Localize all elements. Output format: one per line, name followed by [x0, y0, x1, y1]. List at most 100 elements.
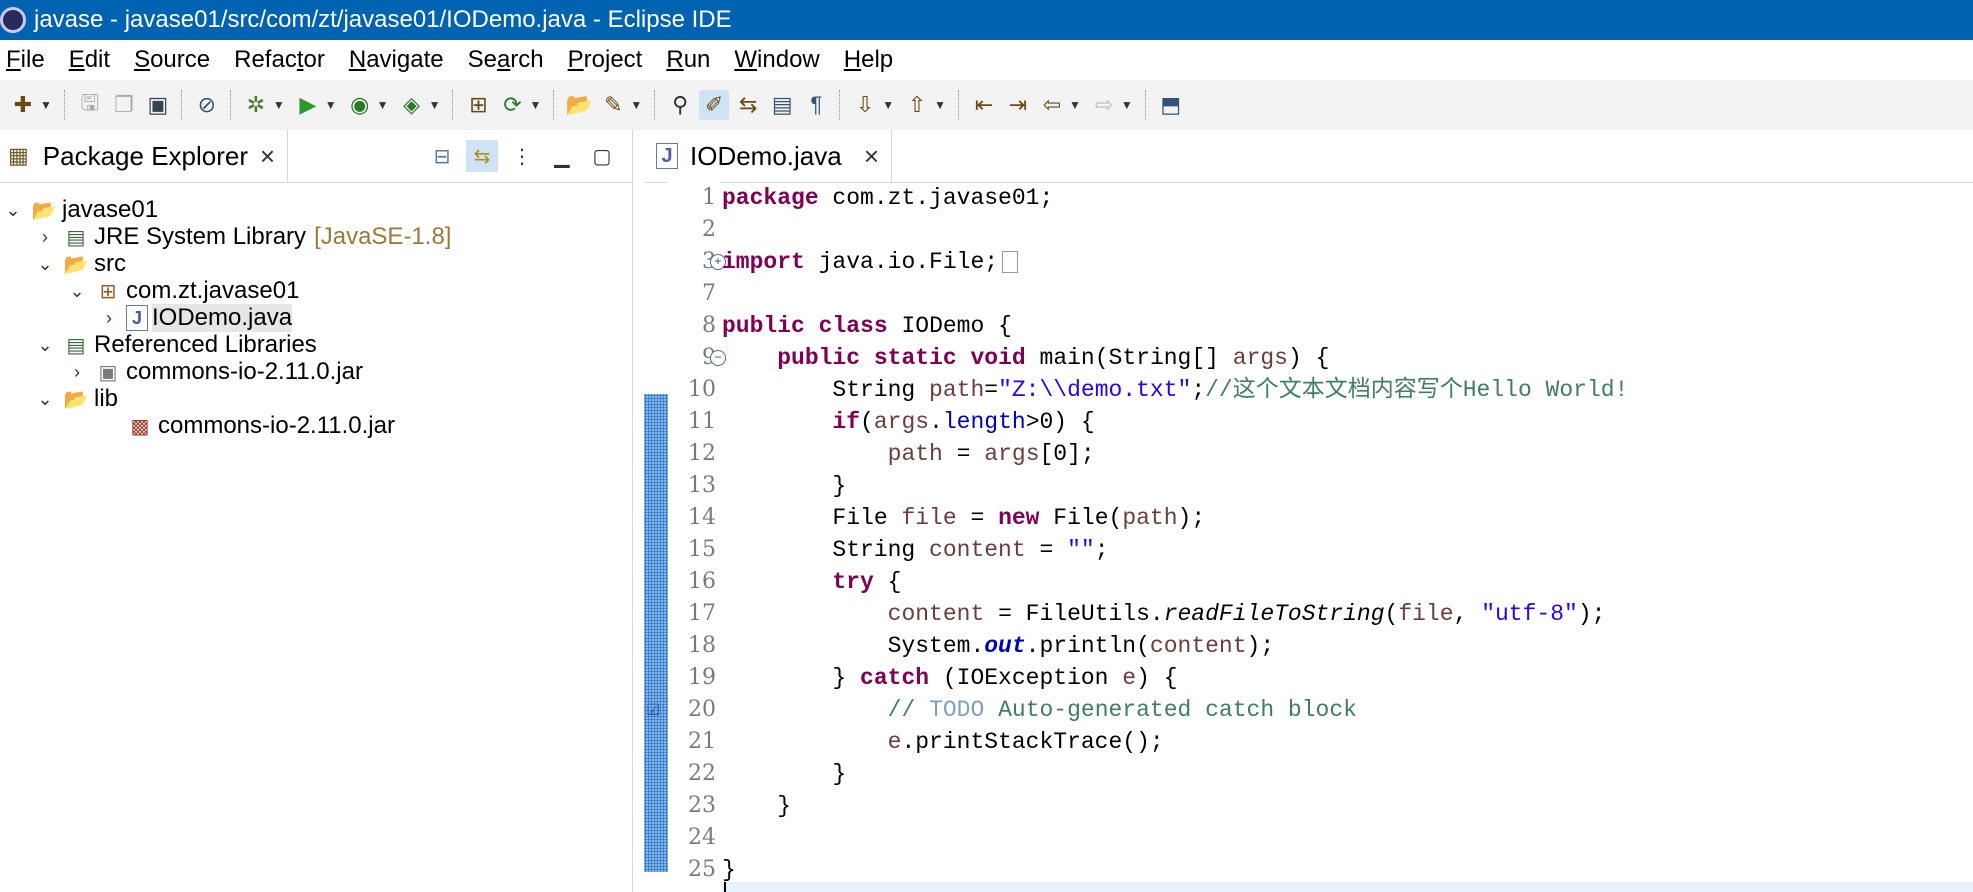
code-token: class — [818, 313, 888, 339]
toolbar-separator — [839, 90, 842, 120]
previous-annotation-dropdown-icon[interactable]: ▼ — [934, 98, 946, 112]
code-token: java.io.File; — [804, 249, 999, 275]
code-token: } — [722, 857, 736, 883]
menu-run[interactable]: Run — [660, 46, 722, 74]
toolbar-separator — [180, 90, 184, 120]
task-marker-icon[interactable]: ☑ — [646, 700, 666, 720]
code-line: } — [722, 790, 791, 822]
line-number: 12 — [688, 441, 716, 466]
debug-dropdown-icon[interactable]: ▼ — [273, 98, 285, 112]
back-icon[interactable]: ⇦ — [1037, 90, 1067, 120]
tab-package-explorer[interactable]: ▦ Package Explorer × — [0, 130, 288, 182]
run-dropdown-icon[interactable]: ▼ — [325, 98, 337, 112]
save-icon[interactable]: 🖫 — [75, 90, 105, 120]
tree-item-label: commons-io-2.11.0.jar — [158, 412, 395, 439]
link-with-editor-icon[interactable]: ⇆ — [466, 140, 498, 172]
menu-refactor[interactable]: Refactor — [228, 46, 337, 74]
close-icon[interactable]: × — [260, 141, 275, 172]
code-token: = — [942, 441, 985, 467]
menu-file[interactable]: File — [0, 46, 57, 74]
code-line: } — [722, 758, 846, 790]
task-dropdown-icon[interactable]: ▼ — [630, 98, 642, 112]
line-number: 11 — [688, 409, 716, 434]
new-java-package-icon[interactable]: ⊞ — [463, 90, 493, 120]
menu-edit[interactable]: Edit — [63, 46, 122, 74]
chevron-right-icon[interactable]: › — [98, 308, 120, 329]
run-icon[interactable]: ▶ — [293, 90, 323, 120]
next-edit-location-icon[interactable]: ⇥ — [1003, 90, 1033, 120]
forward-icon[interactable]: ⇨ — [1089, 90, 1119, 120]
menu-navigate[interactable]: Navigate — [343, 46, 456, 74]
skip-breakpoints-icon[interactable]: ⊘ — [192, 90, 222, 120]
toggle-breadcrumb-icon[interactable]: ▤ — [767, 90, 797, 120]
code-token: "utf-8" — [1481, 601, 1578, 627]
new-java-class-icon[interactable]: ⟳ — [497, 90, 527, 120]
line-number: 8 — [702, 313, 716, 338]
external-tools-icon[interactable]: ◈ — [397, 90, 427, 120]
folded-region-marker[interactable] — [1002, 250, 1019, 273]
code-token: } — [722, 473, 847, 499]
code-token: IODemo { — [887, 313, 1012, 339]
code-token: public — [777, 345, 861, 371]
coverage-dropdown-icon[interactable]: ▼ — [377, 98, 389, 112]
collapse-all-icon[interactable]: ⊟ — [426, 140, 458, 172]
code-token: file — [901, 505, 957, 531]
menu-search[interactable]: Search — [462, 46, 556, 74]
last-edit-location-icon[interactable]: ⇤ — [969, 90, 999, 120]
open-type-icon[interactable]: 📂 — [564, 90, 594, 120]
maximize-icon[interactable]: ▢ — [586, 140, 618, 172]
code-token: path — [1122, 505, 1178, 531]
next-annotation-dropdown-icon[interactable]: ▼ — [882, 98, 894, 112]
line-number: 10 — [688, 377, 716, 402]
code-token: args — [1232, 345, 1288, 371]
search-icon[interactable]: ⚲ — [665, 90, 695, 120]
tab-label: IODemo.java — [690, 140, 842, 171]
menu-project[interactable]: Project — [562, 46, 655, 74]
line-number: 18 — [688, 633, 716, 658]
code-token: ) { — [1287, 345, 1330, 371]
tree-item[interactable]: ▩ commons-io-2.11.0.jar — [98, 409, 395, 443]
open-terminal-icon[interactable]: ▣ — [143, 90, 173, 120]
save-all-icon[interactable]: ❐ — [109, 90, 139, 120]
line-number: 14 — [688, 505, 716, 530]
close-icon[interactable]: × — [864, 141, 879, 172]
toolbar-separator — [958, 90, 961, 120]
code-token: .printStackTrace(); — [901, 729, 1164, 755]
menu-source[interactable]: Source — [128, 46, 222, 74]
next-annotation-icon[interactable]: ⇩ — [850, 90, 880, 120]
code-editor[interactable]: 1 2 3 +7 8 9−10 11 12 13 14 15 16 17 18 19 20 ☑ 21 22 23 24 2… — [644, 182, 1973, 892]
new-dropdown-icon[interactable]: ▼ — [40, 98, 52, 112]
chevron-down-icon[interactable]: ⌄ — [66, 281, 88, 302]
open-task-icon[interactable]: ✎ — [598, 90, 628, 120]
code-token: "Z:\\demo.txt" — [998, 377, 1192, 403]
view-menu-icon[interactable]: ⋮ — [506, 140, 538, 172]
tab-iodemo-java[interactable]: J IODemo.java × — [644, 130, 892, 182]
chevron-right-icon[interactable]: › — [66, 362, 88, 383]
chevron-down-icon[interactable]: ⌄ — [34, 335, 56, 356]
toggle-block-selection-icon[interactable]: ⇆ — [733, 90, 763, 120]
menu-bar: File Edit Source Refactor Navigate Search Proj… — [0, 40, 1973, 80]
mark-occurrences-icon[interactable]: ✐ — [699, 90, 730, 120]
new-icon[interactable]: ✚ — [8, 90, 38, 120]
show-whitespace-icon[interactable]: ¶ — [801, 90, 831, 120]
forward-dropdown-icon[interactable]: ▼ — [1121, 98, 1133, 112]
menu-window[interactable]: Window — [728, 46, 831, 74]
coverage-icon[interactable]: ◉ — [345, 90, 375, 120]
code-token: } — [722, 665, 861, 691]
code-token: TODO — [929, 697, 985, 723]
menu-help[interactable]: Help — [838, 46, 905, 74]
external-tools-dropdown-icon[interactable]: ▼ — [429, 98, 441, 112]
chevron-down-icon[interactable]: ⌄ — [34, 389, 56, 410]
chevron-right-icon[interactable]: › — [34, 227, 56, 248]
pin-editor-icon[interactable]: ⬒ — [1156, 90, 1186, 120]
debug-icon[interactable]: ✲ — [241, 90, 271, 120]
chevron-down-icon[interactable]: ⌄ — [34, 254, 56, 275]
code-token: . — [929, 409, 943, 435]
minimize-icon[interactable]: ▁ — [546, 140, 578, 172]
chevron-down-icon[interactable]: ⌄ — [2, 200, 24, 221]
line-number: 21 — [688, 729, 716, 754]
previous-annotation-icon[interactable]: ⇧ — [902, 90, 932, 120]
back-dropdown-icon[interactable]: ▼ — [1069, 98, 1081, 112]
new-class-dropdown-icon[interactable]: ▼ — [529, 98, 541, 112]
